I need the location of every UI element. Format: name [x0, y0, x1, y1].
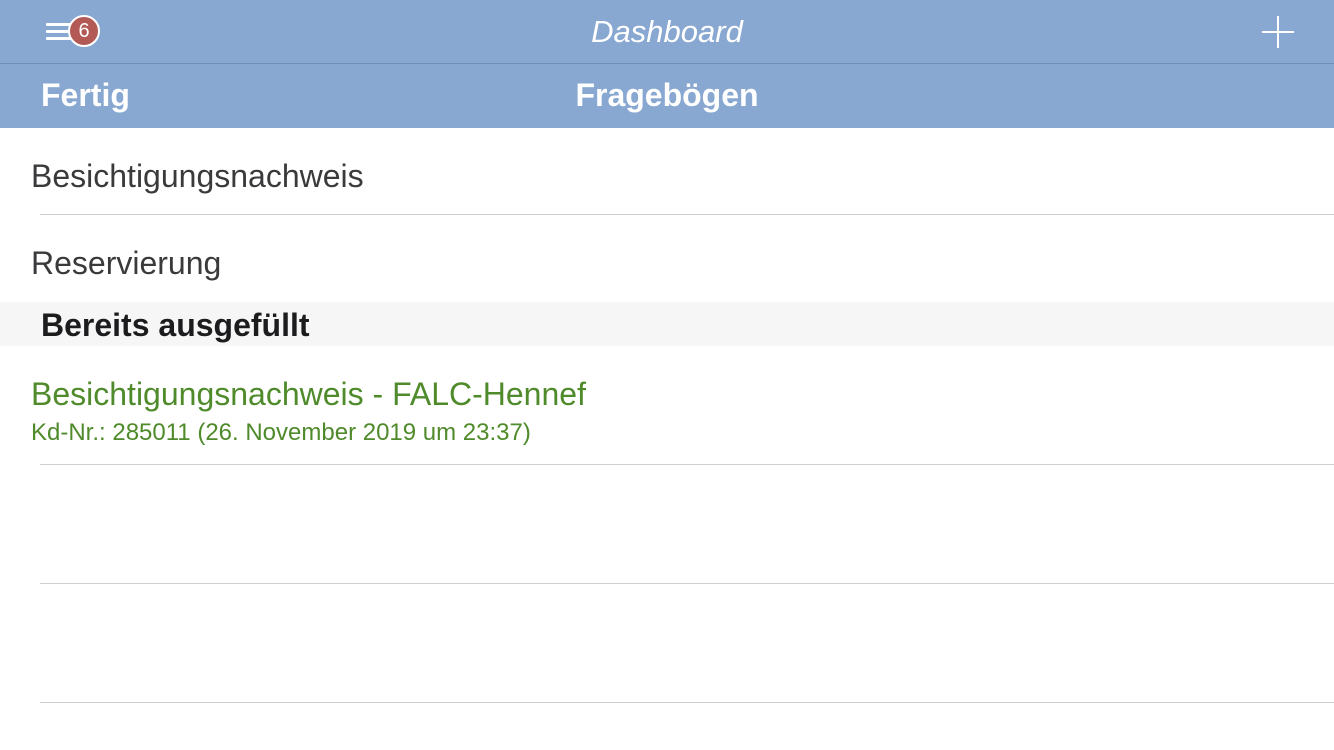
plus-icon	[1259, 13, 1297, 51]
add-button[interactable]	[1259, 13, 1297, 51]
list-item-reservierung[interactable]: Reservierung	[0, 215, 1334, 302]
row-separator	[40, 702, 1334, 703]
notification-badge: 6	[68, 15, 100, 47]
empty-row	[0, 465, 1334, 584]
list-item-label: Besichtigungsnachweis	[31, 158, 364, 194]
filled-item[interactable]: Besichtigungsnachweis - FALC-Hennef Kd-N…	[0, 346, 1334, 465]
done-button[interactable]: Fertig	[41, 64, 130, 128]
top-bar: 6 Dashboard	[0, 0, 1334, 64]
filled-item-subtitle: Kd-Nr.: 285011 (26. November 2019 um 23:…	[31, 419, 531, 446]
section-header-filled: Bereits ausgefüllt	[0, 302, 1334, 346]
navigation-bar: Fertig Fragebögen	[0, 64, 1334, 128]
page-title: Fragebögen	[575, 77, 759, 113]
menu-button[interactable]: 6	[44, 14, 108, 50]
filled-item-title: Besichtigungsnachweis - FALC-Hennef	[31, 376, 586, 412]
app-title: Dashboard	[591, 14, 743, 49]
list-item-besichtigungsnachweis[interactable]: Besichtigungsnachweis	[0, 128, 1334, 215]
list-item-label: Reservierung	[31, 245, 222, 281]
empty-row	[0, 584, 1334, 703]
section-header-label: Bereits ausgefüllt	[41, 307, 310, 343]
questionnaire-list: Besichtigungsnachweis Reservierung Berei…	[0, 128, 1334, 703]
